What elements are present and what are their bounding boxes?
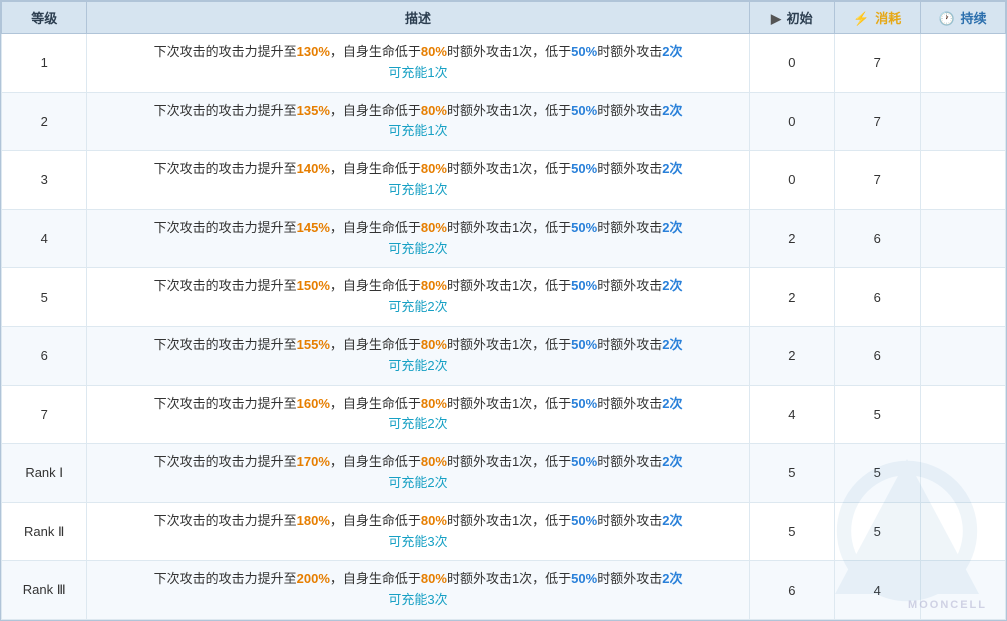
header-duration-label: 持续 xyxy=(961,11,987,26)
desc-cell: 下次攻击的攻击力提升至180%，自身生命低于80%时额外攻击1次，低于50%时额… xyxy=(87,502,749,561)
level-cell: Rank Ⅲ xyxy=(2,561,87,620)
table-row: 4下次攻击的攻击力提升至145%，自身生命低于80%时额外攻击1次，低于50%时… xyxy=(2,209,1006,268)
duration-cell xyxy=(920,209,1005,268)
duration-cell xyxy=(920,385,1005,444)
cost-cell: 6 xyxy=(835,326,920,385)
table-row: 3下次攻击的攻击力提升至140%，自身生命低于80%时额外攻击1次，低于50%时… xyxy=(2,151,1006,210)
table-row: 1下次攻击的攻击力提升至130%，自身生命低于80%时额外攻击1次，低于50%时… xyxy=(2,34,1006,93)
table-row: Rank Ⅰ下次攻击的攻击力提升至170%，自身生命低于80%时额外攻击1次，低… xyxy=(2,444,1006,503)
level-cell: 7 xyxy=(2,385,87,444)
desc-cell: 下次攻击的攻击力提升至200%，自身生命低于80%时额外攻击1次，低于50%时额… xyxy=(87,561,749,620)
cost-cell: 6 xyxy=(835,268,920,327)
desc-cell: 下次攻击的攻击力提升至135%，自身生命低于80%时额外攻击1次，低于50%时额… xyxy=(87,92,749,151)
start-cell: 0 xyxy=(749,92,834,151)
table-wrapper: 等级 描述 ▶ 初始 ⚡ 消耗 🕐 持续 1 xyxy=(0,0,1007,621)
duration-cell xyxy=(920,34,1005,93)
header-cost: ⚡ 消耗 xyxy=(835,2,920,34)
duration-cell xyxy=(920,151,1005,210)
duration-cell xyxy=(920,326,1005,385)
start-icon: ▶ xyxy=(771,11,781,26)
level-cell: 1 xyxy=(2,34,87,93)
start-cell: 6 xyxy=(749,561,834,620)
desc-cell: 下次攻击的攻击力提升至170%，自身生命低于80%时额外攻击1次，低于50%时额… xyxy=(87,444,749,503)
header-start: ▶ 初始 xyxy=(749,2,834,34)
table-row: 5下次攻击的攻击力提升至150%，自身生命低于80%时额外攻击1次，低于50%时… xyxy=(2,268,1006,327)
level-cell: 5 xyxy=(2,268,87,327)
desc-cell: 下次攻击的攻击力提升至140%，自身生命低于80%时额外攻击1次，低于50%时额… xyxy=(87,151,749,210)
table-row: Rank Ⅱ下次攻击的攻击力提升至180%，自身生命低于80%时额外攻击1次，低… xyxy=(2,502,1006,561)
cost-cell: 5 xyxy=(835,502,920,561)
duration-cell xyxy=(920,268,1005,327)
cost-cell: 7 xyxy=(835,92,920,151)
start-cell: 0 xyxy=(749,151,834,210)
level-cell: Rank Ⅰ xyxy=(2,444,87,503)
level-cell: 2 xyxy=(2,92,87,151)
duration-cell xyxy=(920,502,1005,561)
level-cell: 3 xyxy=(2,151,87,210)
level-cell: 6 xyxy=(2,326,87,385)
cost-cell: 6 xyxy=(835,209,920,268)
level-cell: 4 xyxy=(2,209,87,268)
duration-cell xyxy=(920,444,1005,503)
skill-table-container: 等级 描述 ▶ 初始 ⚡ 消耗 🕐 持续 1 xyxy=(0,0,1007,621)
start-cell: 5 xyxy=(749,502,834,561)
mooncell-watermark-text: MOONCELL xyxy=(908,599,987,611)
cost-cell: 5 xyxy=(835,444,920,503)
start-cell: 2 xyxy=(749,326,834,385)
table-row: 7下次攻击的攻击力提升至160%，自身生命低于80%时额外攻击1次，低于50%时… xyxy=(2,385,1006,444)
table-header-row: 等级 描述 ▶ 初始 ⚡ 消耗 🕐 持续 xyxy=(2,2,1006,34)
cost-icon: ⚡ xyxy=(853,11,869,26)
desc-cell: 下次攻击的攻击力提升至150%，自身生命低于80%时额外攻击1次，低于50%时额… xyxy=(87,268,749,327)
start-cell: 4 xyxy=(749,385,834,444)
desc-cell: 下次攻击的攻击力提升至155%，自身生命低于80%时额外攻击1次，低于50%时额… xyxy=(87,326,749,385)
table-row: 6下次攻击的攻击力提升至155%，自身生命低于80%时额外攻击1次，低于50%时… xyxy=(2,326,1006,385)
header-desc: 描述 xyxy=(87,2,749,34)
start-cell: 2 xyxy=(749,209,834,268)
header-level: 等级 xyxy=(2,2,87,34)
header-start-label: 初始 xyxy=(787,11,813,26)
duration-icon: 🕐 xyxy=(939,11,955,26)
table-row: 2下次攻击的攻击力提升至135%，自身生命低于80%时额外攻击1次，低于50%时… xyxy=(2,92,1006,151)
start-cell: 2 xyxy=(749,268,834,327)
desc-cell: 下次攻击的攻击力提升至160%，自身生命低于80%时额外攻击1次，低于50%时额… xyxy=(87,385,749,444)
cost-cell: 7 xyxy=(835,34,920,93)
start-cell: 5 xyxy=(749,444,834,503)
cost-cell: 5 xyxy=(835,385,920,444)
cost-cell: 7 xyxy=(835,151,920,210)
header-cost-label: 消耗 xyxy=(875,11,901,26)
desc-cell: 下次攻击的攻击力提升至130%，自身生命低于80%时额外攻击1次，低于50%时额… xyxy=(87,34,749,93)
desc-cell: 下次攻击的攻击力提升至145%，自身生命低于80%时额外攻击1次，低于50%时额… xyxy=(87,209,749,268)
level-cell: Rank Ⅱ xyxy=(2,502,87,561)
table-body: 1下次攻击的攻击力提升至130%，自身生命低于80%时额外攻击1次，低于50%时… xyxy=(2,34,1006,620)
table-row: Rank Ⅲ下次攻击的攻击力提升至200%，自身生命低于80%时额外攻击1次，低… xyxy=(2,561,1006,620)
start-cell: 0 xyxy=(749,34,834,93)
skill-table: 等级 描述 ▶ 初始 ⚡ 消耗 🕐 持续 1 xyxy=(1,1,1006,620)
duration-cell xyxy=(920,92,1005,151)
header-duration: 🕐 持续 xyxy=(920,2,1005,34)
